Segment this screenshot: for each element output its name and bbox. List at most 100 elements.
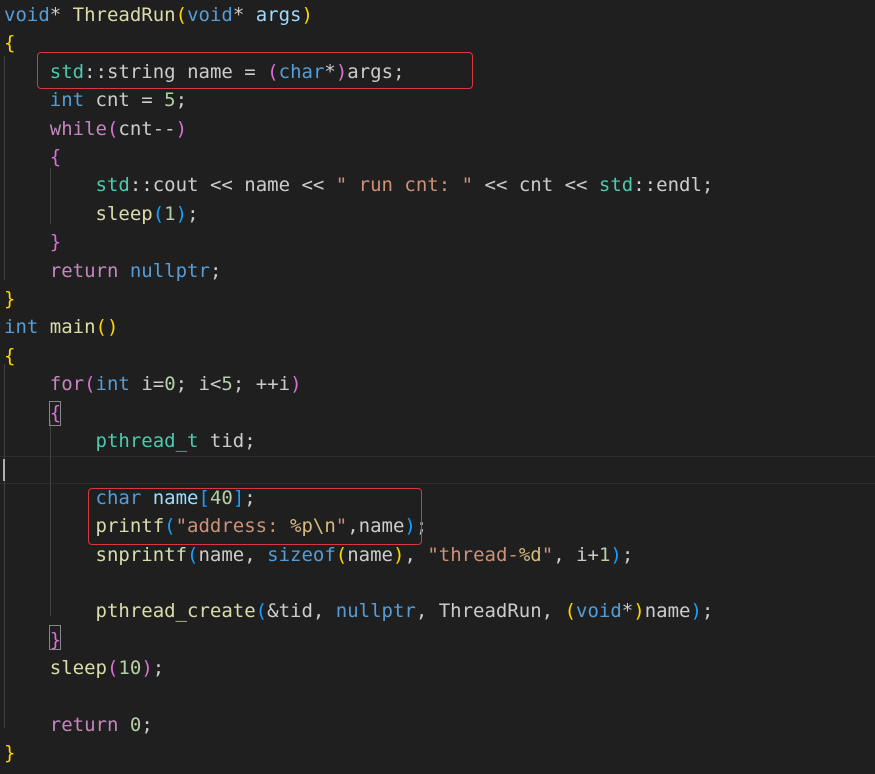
highlight-box-char-name-printf	[88, 488, 422, 545]
code-token: int	[4, 316, 39, 339]
code-token: sizeof	[267, 543, 336, 566]
code-token: ()	[95, 316, 119, 339]
code-token: ;	[701, 174, 714, 197]
code-token: 1	[164, 202, 176, 225]
code-line[interactable]: pthread_t tid;	[4, 427, 256, 455]
code-token: (	[106, 117, 119, 140]
code-token: name,	[198, 543, 268, 566]
code-token: , i+	[553, 543, 599, 566]
code-token: name	[347, 543, 393, 566]
code-line[interactable]: }	[4, 739, 15, 767]
code-line[interactable]: int cnt = 5;	[4, 86, 187, 114]
code-token: << cnt <<	[473, 174, 599, 197]
code-token: 0	[129, 714, 142, 736]
code-token: ;	[141, 714, 153, 736]
code-token: int	[49, 89, 85, 112]
code-line[interactable]: while(cnt--)	[4, 115, 187, 143]
highlight-box-string-name	[37, 52, 473, 89]
code-token: ;	[187, 202, 199, 225]
code-token: ;	[209, 259, 222, 282]
code-token: )	[290, 373, 302, 396]
code-token: )	[175, 202, 188, 225]
code-token: 5	[221, 373, 233, 396]
code-token: *	[49, 4, 73, 26]
code-token: "	[541, 543, 554, 566]
code-token: 1	[598, 543, 611, 566]
code-line[interactable]: {	[4, 143, 61, 171]
code-token: )	[690, 600, 702, 623]
code-line[interactable]: }	[4, 285, 15, 313]
code-token: void	[576, 600, 622, 623]
code-line[interactable]: sleep(10);	[4, 654, 164, 682]
code-line[interactable]: {	[4, 342, 15, 370]
code-token: 10	[118, 657, 142, 680]
code-token: ;	[152, 657, 165, 680]
code-token: )	[633, 600, 645, 623]
code-token: cnt =	[84, 89, 165, 112]
code-token: ;	[175, 89, 188, 112]
code-token: ; i<	[175, 373, 222, 396]
code-token: )	[392, 543, 405, 566]
code-token: (	[84, 373, 96, 396]
code-token: (	[152, 202, 165, 225]
code-token: &tid,	[267, 600, 336, 623]
code-line[interactable]: int main()	[4, 313, 118, 341]
code-token: ::	[633, 174, 657, 197]
code-token: ;	[621, 543, 634, 566]
code-token: sleep	[95, 202, 153, 225]
code-token: }	[4, 288, 16, 310]
bracket-match-highlight	[49, 625, 61, 650]
current-line-highlight	[0, 456, 875, 484]
code-token: nullptr	[335, 600, 416, 623]
code-token: {	[49, 146, 62, 168]
code-line[interactable]: pthread_create ( &tid, nullptr, ThreadRun,…	[4, 597, 714, 625]
code-token: (	[175, 4, 188, 26]
text-cursor	[3, 459, 5, 481]
code-token: main	[49, 316, 96, 339]
bracket-match-highlight	[49, 401, 61, 426]
code-token: ThreadRun	[72, 4, 176, 26]
code-line[interactable]: return 0;	[4, 711, 153, 739]
code-token: ,	[404, 543, 428, 566]
code-token: pthread_t	[95, 430, 199, 452]
code-token: snprintf	[95, 543, 188, 566]
code-line[interactable]: for(int i=0; i<5; ++i)	[4, 370, 302, 398]
code-token: )	[610, 543, 622, 566]
code-token: (	[564, 600, 577, 623]
code-token: *	[232, 4, 256, 26]
code-token: return	[49, 714, 119, 736]
code-line[interactable]: }	[4, 228, 61, 256]
code-editor[interactable]: void* ThreadRun(void* args){ std::string…	[0, 0, 875, 774]
code-token: void	[187, 4, 233, 26]
code-line[interactable]: sleep(1);	[4, 200, 199, 228]
code-token: nullptr	[129, 259, 210, 282]
code-token: std	[95, 174, 130, 197]
code-token: , ThreadRun,	[415, 600, 565, 623]
code-line[interactable]: return nullptr;	[4, 257, 222, 285]
code-token: }	[4, 742, 16, 765]
code-line[interactable]: std::cout << name << " run cnt: " << cnt…	[4, 171, 714, 199]
code-token: pthread_create	[95, 600, 256, 623]
code-line[interactable]: void* ThreadRun(void* args)	[4, 1, 313, 29]
code-line[interactable]: {	[4, 29, 15, 57]
code-token: while	[49, 117, 107, 140]
code-token: i=	[129, 373, 165, 396]
code-token: %d	[518, 543, 542, 566]
code-token: )	[301, 4, 313, 26]
code-token: ;	[701, 600, 714, 623]
code-token: {	[4, 344, 16, 367]
code-token: for	[49, 373, 85, 396]
